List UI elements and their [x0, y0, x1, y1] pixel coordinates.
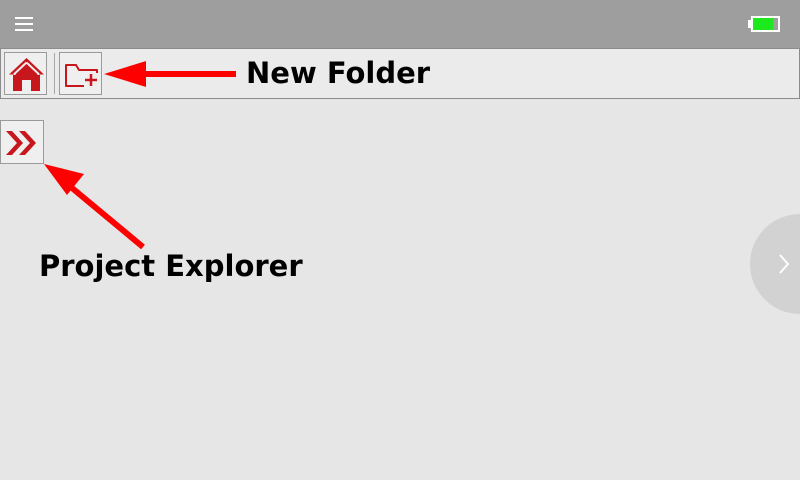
new-folder-button[interactable] — [59, 52, 102, 95]
toolbar-divider — [54, 53, 55, 94]
double-chevron-right-icon — [6, 131, 36, 155]
status-bar — [0, 0, 800, 48]
chevron-right-icon — [779, 254, 790, 274]
home-button[interactable] — [4, 52, 47, 95]
next-page-button[interactable] — [750, 214, 800, 314]
project-explorer-button[interactable] — [0, 120, 44, 164]
app-screen: New Folder Project Explorer — [0, 0, 800, 480]
battery-level-fill — [753, 18, 773, 30]
project-explorer-arrow — [44, 164, 145, 250]
project-explorer-callout: Project Explorer — [39, 249, 303, 283]
battery-icon — [748, 16, 780, 32]
folder-plus-icon — [65, 64, 98, 87]
new-folder-callout: New Folder — [246, 56, 431, 90]
home-icon — [9, 58, 44, 91]
hamburger-menu-icon[interactable] — [15, 17, 33, 31]
